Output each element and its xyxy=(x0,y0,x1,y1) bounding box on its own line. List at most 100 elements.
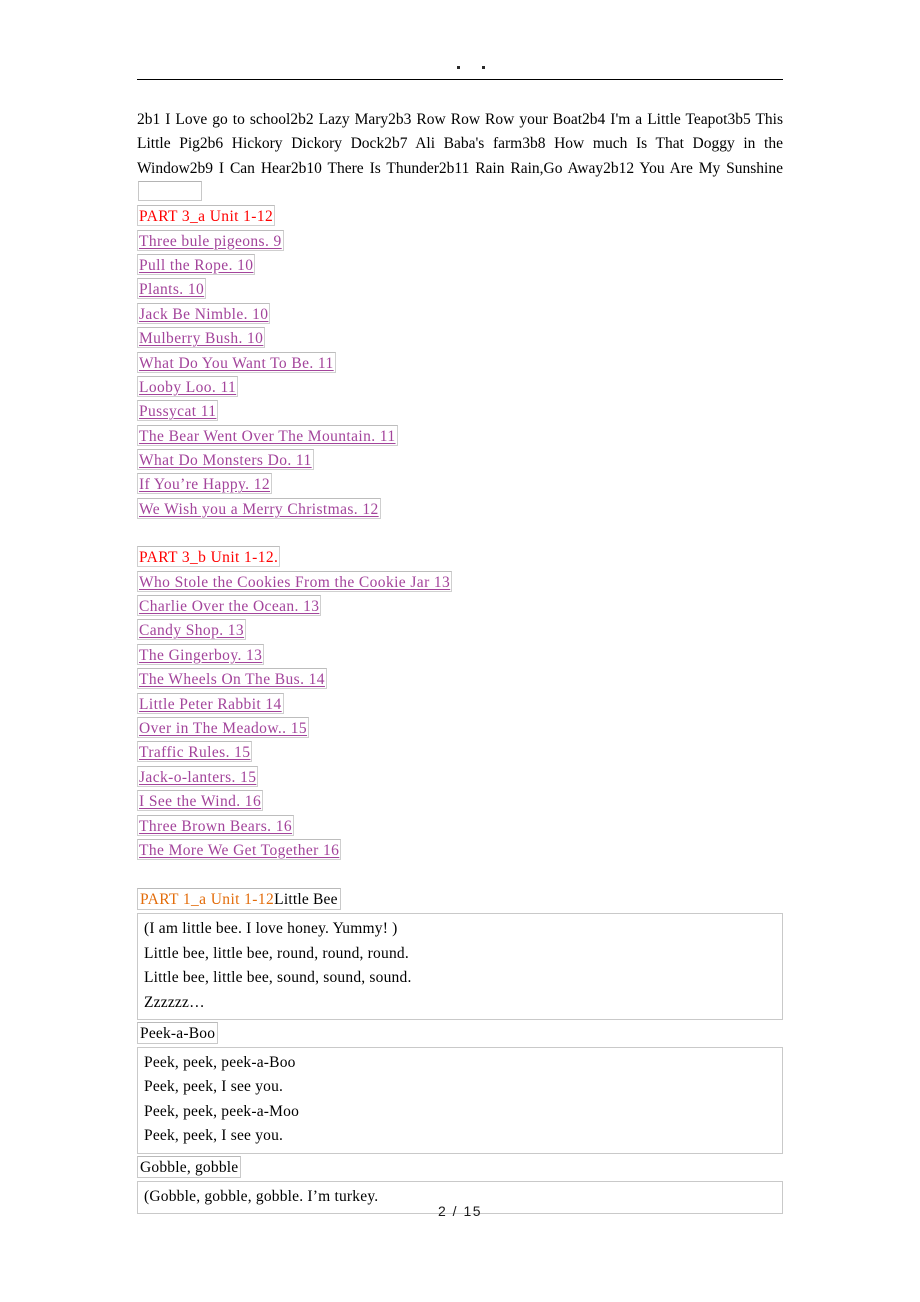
toc-entry-row[interactable]: What Do Monsters Do. 11 xyxy=(137,449,783,473)
toc-entry-row[interactable]: Looby Loo. 11 xyxy=(137,375,783,400)
lyric-line: Peek, peek, I see you. xyxy=(144,1127,284,1145)
toc-entry-field[interactable]: If You’re Happy. 12 xyxy=(137,473,273,495)
toc-entry-field[interactable]: The Bear Went Over The Mountain. 11 xyxy=(137,424,398,446)
toc-entry-row[interactable]: Pull the Rope. 10 xyxy=(137,253,783,278)
toc-link[interactable]: Little Peter Rabbit 14 xyxy=(139,696,282,713)
toc-link[interactable]: Jack Be Nimble. 10 xyxy=(139,306,268,323)
toc-link[interactable]: Charlie Over the Ocean. 13 xyxy=(139,598,319,615)
toc-entry-row[interactable]: Little Peter Rabbit 14 xyxy=(137,692,783,717)
toc-link[interactable]: The Wheels On The Bus. 14 xyxy=(139,671,325,688)
table-of-contents: PART 3_a Unit 1-12 Three bule pigeons. 9… xyxy=(137,205,783,887)
song-title-row: Peek-a-Boo xyxy=(137,1021,783,1046)
toc-entry-field[interactable]: Pussycat 11 xyxy=(137,400,219,422)
header-dot-mark-1 xyxy=(457,66,460,69)
toc-link[interactable]: The Gingerboy. 13 xyxy=(139,647,262,664)
intro-paragraph: 2b1 I Love go to school2b2 Lazy Mary2b3 … xyxy=(137,108,783,205)
toc-entry-field[interactable]: Jack-o-lanters. 15 xyxy=(137,765,259,787)
lyric-line: Little bee, little bee, sound, sound, so… xyxy=(144,969,412,987)
toc-entry-row[interactable]: Plants. 10 xyxy=(137,278,783,302)
toc-link[interactable]: We Wish you a Merry Christmas. 12 xyxy=(139,501,379,518)
toc-entry-row[interactable]: Traffic Rules. 15 xyxy=(137,741,783,765)
toc-entry-field[interactable]: Over in The Meadow.. 15 xyxy=(137,717,310,738)
header-marks xyxy=(137,60,783,74)
toc-entry-field[interactable]: Little Peter Rabbit 14 xyxy=(137,692,284,714)
toc-link[interactable]: If You’re Happy. 12 xyxy=(139,476,270,493)
toc-entry-field[interactable]: Traffic Rules. 15 xyxy=(137,741,253,763)
song-title-field: PART 1_a Unit 1-12Little Bee xyxy=(137,888,341,911)
toc-section-gap xyxy=(137,863,783,887)
song-name: Little Bee xyxy=(274,891,338,909)
song-name: Gobble, gobble xyxy=(140,1158,239,1176)
toc-link[interactable]: Mulberry Bush. 10 xyxy=(139,330,263,347)
toc-heading-row: PART 3_b Unit 1-12. xyxy=(137,546,783,570)
intro-field-tail xyxy=(138,180,202,201)
toc-entry-field[interactable]: Who Stole the Cookies From the Cookie Ja… xyxy=(137,570,453,592)
lyrics-box: (I am little bee. I love honey. Yummy! )… xyxy=(137,913,783,1020)
toc-entry-row[interactable]: Three bule pigeons. 9 xyxy=(137,229,783,254)
toc-entry-field[interactable]: We Wish you a Merry Christmas. 12 xyxy=(137,497,381,519)
toc-link[interactable]: Over in The Meadow.. 15 xyxy=(139,720,307,737)
toc-entry-row[interactable]: If You’re Happy. 12 xyxy=(137,473,783,497)
toc-entry-row[interactable]: Charlie Over the Ocean. 13 xyxy=(137,595,783,619)
song-title-row: Gobble, gobble xyxy=(137,1155,783,1180)
toc-entry-field[interactable]: The Wheels On The Bus. 14 xyxy=(137,668,327,690)
toc-entry-field[interactable]: Charlie Over the Ocean. 13 xyxy=(137,595,322,617)
toc-link[interactable]: What Do You Want To Be. 11 xyxy=(139,355,334,372)
song-name: Peek-a-Boo xyxy=(140,1024,216,1042)
toc-entry-field[interactable]: Pull the Rope. 10 xyxy=(137,253,256,275)
lyric-line: Zzzzzz… xyxy=(144,993,205,1011)
toc-entry-field[interactable]: The Gingerboy. 13 xyxy=(137,643,265,665)
toc-link[interactable]: Plants. 10 xyxy=(139,281,204,298)
lyric-line: (I am little bee. I love honey. Yummy! ) xyxy=(144,920,398,938)
toc-entry-field[interactable]: What Do You Want To Be. 11 xyxy=(137,351,336,373)
song-title-field: Peek-a-Boo xyxy=(137,1021,219,1044)
toc-link[interactable]: Three bule pigeons. 9 xyxy=(139,233,282,250)
page-header xyxy=(137,60,783,86)
toc-entry-row[interactable]: The More We Get Together 16 xyxy=(137,838,783,863)
toc-link[interactable]: Pussycat 11 xyxy=(139,403,216,420)
toc-link[interactable]: What Do Monsters Do. 11 xyxy=(139,452,312,469)
toc-entry-row[interactable]: The Wheels On The Bus. 14 xyxy=(137,668,783,692)
toc-link[interactable]: The Bear Went Over The Mountain. 11 xyxy=(139,428,396,445)
toc-link[interactable]: Looby Loo. 11 xyxy=(139,379,236,396)
lyric-line: Peek, peek, peek-a-Boo xyxy=(144,1053,296,1071)
toc-entry-field[interactable]: Three bule pigeons. 9 xyxy=(137,229,284,251)
toc-entry-field[interactable]: Looby Loo. 11 xyxy=(137,375,239,397)
toc-entry-field[interactable]: What Do Monsters Do. 11 xyxy=(137,449,314,471)
toc-entry-row[interactable]: Who Stole the Cookies From the Cookie Ja… xyxy=(137,570,783,595)
toc-entry-row[interactable]: We Wish you a Merry Christmas. 12 xyxy=(137,497,783,522)
toc-heading-row: PART 3_a Unit 1-12 xyxy=(137,205,783,229)
toc-link[interactable]: Three Brown Bears. 16 xyxy=(139,818,292,835)
toc-heading-field: PART 3_b Unit 1-12. xyxy=(137,546,281,568)
toc-link[interactable]: Who Stole the Cookies From the Cookie Ja… xyxy=(139,574,450,591)
toc-entry-row[interactable]: The Gingerboy. 13 xyxy=(137,643,783,668)
toc-link[interactable]: Candy Shop. 13 xyxy=(139,622,244,639)
toc-entry-field[interactable]: I See the Wind. 16 xyxy=(137,790,264,812)
toc-entry-field[interactable]: The More We Get Together 16 xyxy=(137,838,342,860)
document-body: 2b1 I Love go to school2b2 Lazy Mary2b3 … xyxy=(137,108,783,1215)
toc-link[interactable]: Traffic Rules. 15 xyxy=(139,744,250,761)
toc-section-heading: PART 3_a Unit 1-12 xyxy=(139,208,274,226)
toc-entry-row[interactable]: Pussycat 11 xyxy=(137,400,783,424)
toc-entry-row[interactable]: Jack-o-lanters. 15 xyxy=(137,765,783,790)
toc-entry-row[interactable]: Over in The Meadow.. 15 xyxy=(137,717,783,741)
toc-entry-row[interactable]: Three Brown Bears. 16 xyxy=(137,814,783,839)
toc-entry-row[interactable]: The Bear Went Over The Mountain. 11 xyxy=(137,424,783,449)
toc-entry-field[interactable]: Three Brown Bears. 16 xyxy=(137,814,295,836)
toc-link[interactable]: I See the Wind. 16 xyxy=(139,793,261,810)
toc-entry-row[interactable]: Mulberry Bush. 10 xyxy=(137,327,783,351)
toc-entry-field[interactable]: Jack Be Nimble. 10 xyxy=(137,302,271,324)
toc-entry-row[interactable]: What Do You Want To Be. 11 xyxy=(137,351,783,376)
toc-link[interactable]: Jack-o-lanters. 15 xyxy=(139,769,256,786)
toc-entry-row[interactable]: I See the Wind. 16 xyxy=(137,790,783,814)
toc-entry-row[interactable]: Candy Shop. 13 xyxy=(137,619,783,643)
header-dot-mark-2 xyxy=(482,66,485,69)
toc-entry-field[interactable]: Plants. 10 xyxy=(137,278,207,300)
toc-entry-row[interactable]: Jack Be Nimble. 10 xyxy=(137,302,783,327)
toc-link[interactable]: Pull the Rope. 10 xyxy=(139,257,253,274)
toc-link[interactable]: The More We Get Together 16 xyxy=(139,842,339,859)
toc-entry-field[interactable]: Mulberry Bush. 10 xyxy=(137,327,266,349)
lyric-line: Peek, peek, I see you. xyxy=(144,1078,284,1096)
song-title-row: PART 1_a Unit 1-12Little Bee xyxy=(137,887,783,912)
toc-entry-field[interactable]: Candy Shop. 13 xyxy=(137,619,247,641)
